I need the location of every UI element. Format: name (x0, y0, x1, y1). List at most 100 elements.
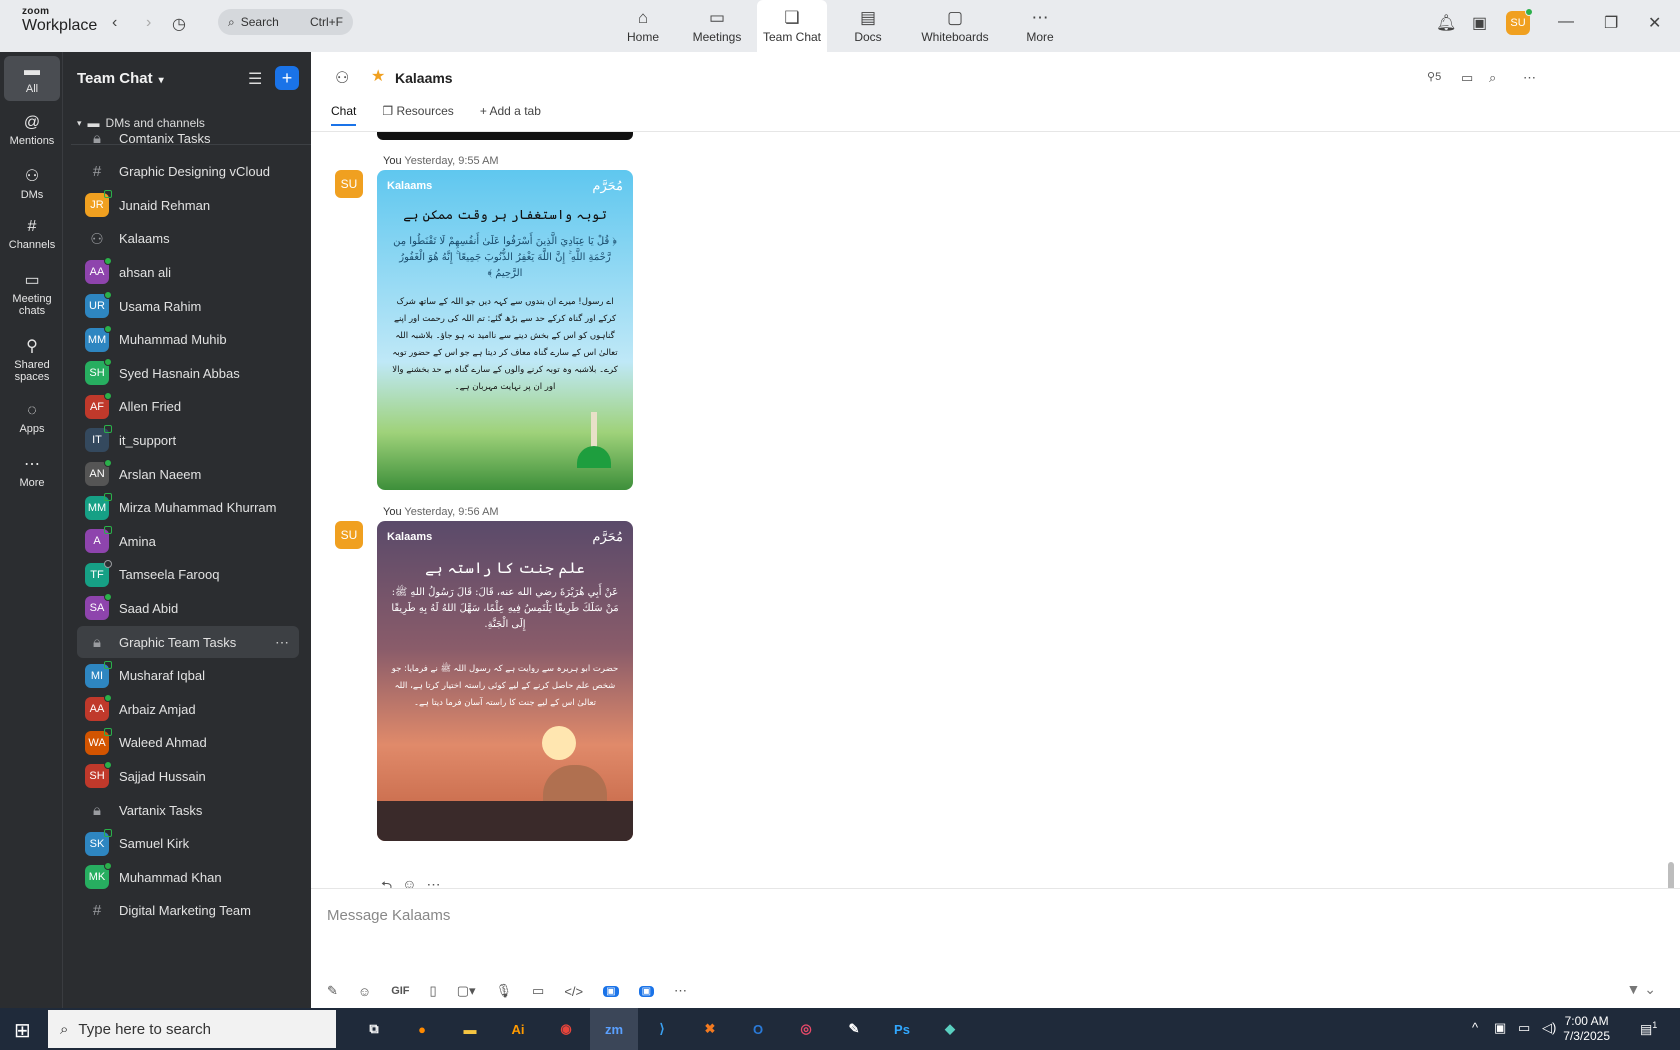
tab-team-chat[interactable]: ❏ Team Chat (757, 0, 827, 52)
sidebar-item[interactable]: IT it_support (77, 424, 299, 456)
emoji-icon[interactable]: ☺ (358, 984, 371, 999)
bell-icon[interactable]: 🔔︎ (1436, 13, 1456, 33)
rail-mentions[interactable]: @ Mentions (4, 108, 60, 153)
maximize-icon[interactable]: ❐ (1604, 13, 1618, 33)
photoshop-icon[interactable]: Ps (878, 1008, 926, 1050)
app-icon[interactable]: ▣ (638, 985, 655, 997)
volume-icon[interactable]: ◁) (1542, 1020, 1556, 1036)
avatar[interactable]: SU (335, 170, 363, 198)
code-icon[interactable]: </> (564, 984, 583, 999)
sidebar-item[interactable]: MI Musharaf Iqbal (77, 660, 299, 692)
star-icon[interactable]: ★ (371, 66, 385, 86)
xampp-icon[interactable]: ✖ (686, 1008, 734, 1050)
sidebar-item[interactable]: MM Muhammad Muhib (77, 324, 299, 356)
task-view-icon[interactable]: ⧉ (350, 1008, 398, 1050)
rail-channels[interactable]: # Channels (4, 212, 60, 257)
windows-start-icon[interactable]: ⊞ (14, 1018, 31, 1043)
outlook-icon[interactable]: O (734, 1008, 782, 1050)
image-attachment[interactable]: Kalaams مُحَرَّم توبہ واستغفار ہر وقت مم… (377, 170, 633, 490)
file-explorer-icon[interactable]: ▬ (446, 1008, 494, 1050)
microphone-icon[interactable]: 🎙︎ (496, 983, 513, 999)
tab-docs[interactable]: ▤ Docs (836, 0, 900, 52)
search-input[interactable]: ⌕ Search Ctrl+F (218, 9, 353, 35)
more-tools-icon[interactable]: ⋯ (674, 983, 687, 999)
more-options-icon[interactable]: ⋯ (1523, 70, 1536, 86)
gif-button[interactable]: GIF (391, 985, 409, 997)
creative-cloud-icon[interactable]: ◎ (782, 1008, 830, 1050)
close-icon[interactable]: ✕ (1648, 13, 1661, 33)
sidebar-item[interactable]: AA Arbaiz Amjad (77, 693, 299, 725)
avatar[interactable]: SU (335, 521, 363, 549)
sidebar-item[interactable]: 🔒︎ Comtanix Tasks (77, 122, 299, 154)
tab-whiteboards[interactable]: ▢ Whiteboards (912, 0, 998, 52)
emoji-reaction-icon[interactable]: ☺ (402, 876, 416, 888)
rail-all[interactable]: ▬ All (4, 56, 60, 101)
zoom-icon[interactable]: zm (590, 1008, 638, 1050)
vscode-icon[interactable]: ⟩ (638, 1008, 686, 1050)
tab-more[interactable]: ⋯ More (1010, 0, 1070, 52)
sidebar-item[interactable]: # Digital Marketing Team (77, 895, 299, 927)
network-icon[interactable]: ▭ (1518, 1020, 1530, 1036)
video-call-icon[interactable]: ▭ (1461, 70, 1473, 86)
rail-meeting-chats[interactable]: ▭ Meeting chats (4, 264, 60, 323)
sidebar-item[interactable]: AF Allen Fried (77, 391, 299, 423)
reply-icon[interactable]: ⮌ (381, 876, 392, 888)
sidebar-item[interactable]: MM Mirza Muhammad Khurram (77, 492, 299, 524)
firefox-icon[interactable]: ● (398, 1008, 446, 1050)
sidebar-item[interactable]: 🔒︎ Graphic Team Tasks ⋯ (77, 626, 299, 658)
sidebar-item[interactable]: # Graphic Designing vCloud (77, 156, 299, 188)
chat-scrollbar[interactable] (1668, 862, 1674, 888)
message-input[interactable]: Message Kalaams (327, 907, 450, 924)
channel-title[interactable]: Kalaams (395, 70, 453, 86)
sidebar-item[interactable]: UR Usama Rahim (77, 290, 299, 322)
taskbar-search-input[interactable]: ⌕ Type here to search (48, 1010, 336, 1048)
sidebar-item[interactable]: WA Waleed Ahmad (77, 727, 299, 759)
rail-more[interactable]: ⋯ More (4, 448, 60, 495)
clock[interactable]: 7:00 AM 7/3/2025 (1563, 1014, 1610, 1044)
tray-chevron-icon[interactable]: ^ (1472, 1020, 1478, 1035)
search-icon[interactable]: ⌕ (1489, 70, 1496, 86)
rail-apps[interactable]: ◌ Apps (4, 396, 60, 441)
sidebar-item[interactable]: 🔒︎ Vartanix Tasks (77, 794, 299, 826)
illustrator-icon[interactable]: Ai (494, 1008, 542, 1050)
forward-arrow-icon[interactable]: › (146, 14, 151, 32)
tab-chat[interactable]: Chat (331, 104, 357, 126)
sidebar-item[interactable]: SK Samuel Kirk (77, 828, 299, 860)
tab-home[interactable]: ⌂ Home (611, 0, 675, 52)
calendar-icon[interactable]: ▣ (1472, 13, 1487, 33)
rail-dms[interactable]: ⚇ DMs (4, 160, 60, 207)
screenshot-icon[interactable]: ▢▾ (457, 983, 476, 999)
sidebar-item[interactable]: ⚇ Kalaams (77, 223, 299, 255)
sidebar-item[interactable]: JR Junaid Rehman (77, 189, 299, 221)
pen-tool-icon[interactable]: ✎ (830, 1008, 878, 1050)
image-attachment[interactable]: Kalaams مُحَرَّم علم جنت کا راستہ ہے عَن… (377, 521, 633, 841)
app-icon[interactable]: ◆ (926, 1008, 974, 1050)
tray-app-icon[interactable]: ▣ (1494, 1020, 1506, 1036)
history-icon[interactable]: ◷ (172, 14, 186, 34)
sidebar-item[interactable]: SH Syed Hasnain Abbas (77, 357, 299, 389)
file-icon[interactable]: ▯ (430, 983, 437, 999)
send-options-icon[interactable]: ▼ ⌄ (1627, 981, 1656, 998)
more-actions-icon[interactable]: ⋯ (427, 876, 441, 888)
sidebar-item[interactable]: TF Tamseela Farooq (77, 559, 299, 591)
format-icon[interactable]: ✎ (327, 983, 338, 999)
sidebar-item[interactable]: A Amina (77, 525, 299, 557)
tab-add[interactable]: + Add a tab (480, 104, 541, 126)
user-avatar[interactable]: SU (1506, 8, 1533, 35)
rail-shared-spaces[interactable]: ⚲ Shared spaces (4, 330, 60, 389)
sidebar-item[interactable]: SA Saad Abid (77, 592, 299, 624)
sidebar-item[interactable]: MK Muhammad Khan (77, 861, 299, 893)
video-message-icon[interactable]: ▭ (532, 983, 544, 999)
back-arrow-icon[interactable]: ‹ (112, 14, 117, 32)
new-chat-button[interactable]: + (275, 66, 299, 90)
sidebar-item[interactable]: SH Sajjad Hussain (77, 760, 299, 792)
sidebar-title[interactable]: Team Chat ▾ (77, 70, 164, 87)
filter-icon[interactable]: ☰ (248, 69, 262, 89)
more-icon[interactable]: ⋯ (275, 634, 289, 651)
members-button[interactable]: ⚲5 (1427, 70, 1441, 83)
notification-icon[interactable]: ▤1 (1640, 1020, 1657, 1037)
sidebar-item[interactable]: AA ahsan ali (77, 256, 299, 288)
chrome-icon[interactable]: ◉ (542, 1008, 590, 1050)
sidebar-item[interactable]: AN Arslan Naeem (77, 458, 299, 490)
tab-meetings[interactable]: ▭ Meetings (680, 0, 754, 52)
